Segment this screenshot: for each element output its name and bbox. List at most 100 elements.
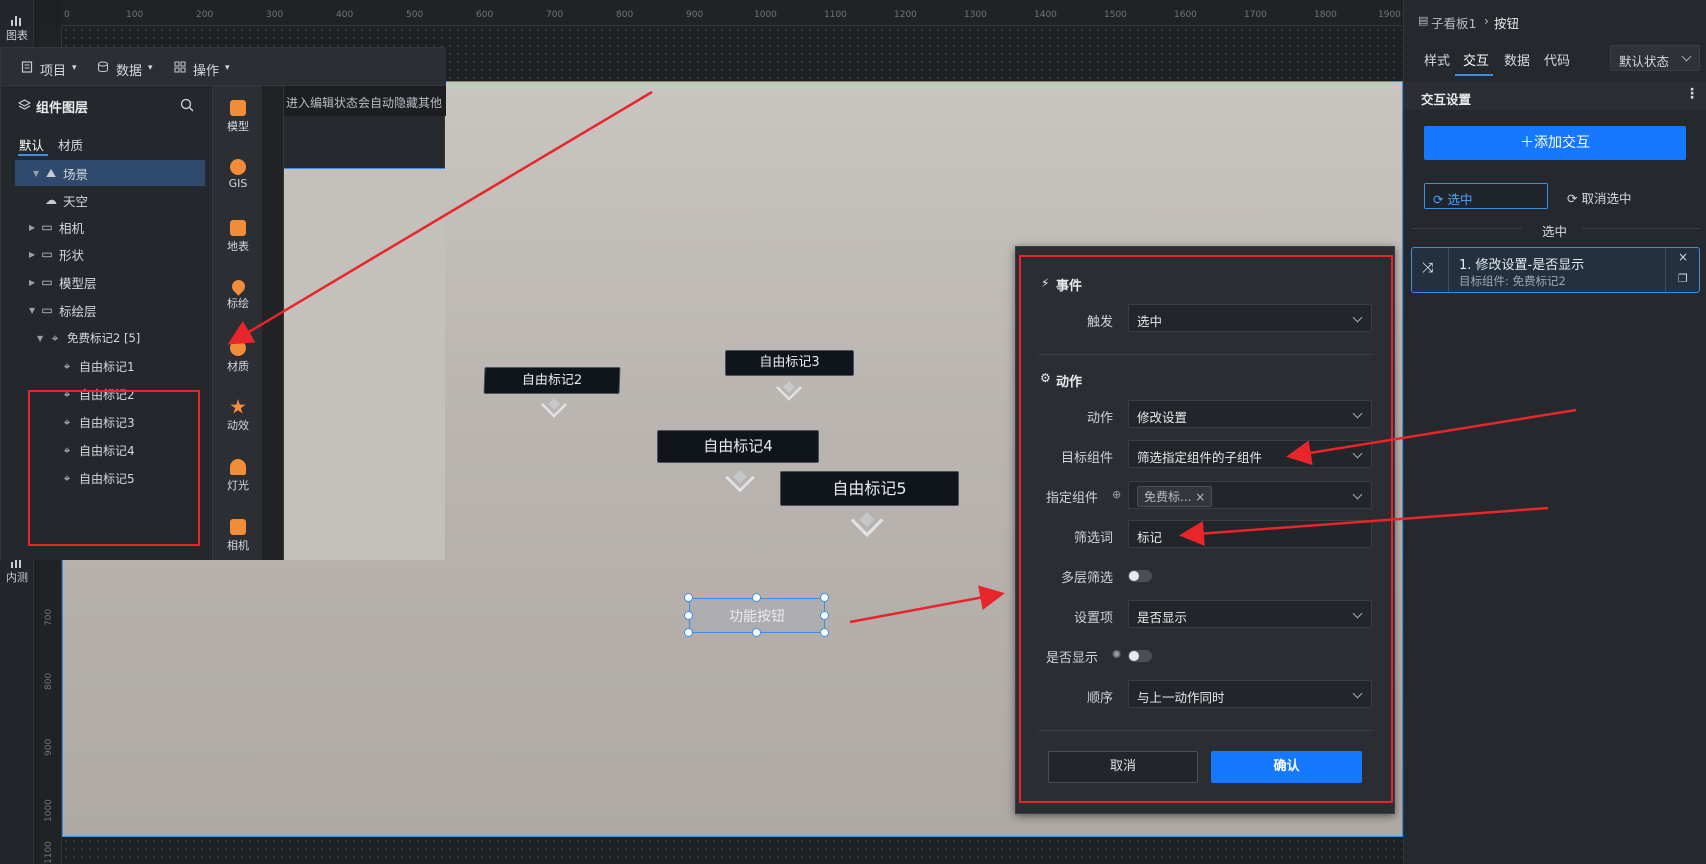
dynamic-icon[interactable]: ✺ [1112, 648, 1121, 661]
selected-state-tab[interactable]: ⟳ 选中 [1424, 183, 1548, 209]
tab-data[interactable]: 数据 [1504, 50, 1530, 69]
chevron-down-icon [1352, 448, 1363, 459]
ruler-tick: 300 [266, 10, 284, 20]
target-pick-icon[interactable]: ⊕ [1112, 488, 1121, 501]
tab-default[interactable]: 默认 [19, 135, 44, 154]
component-model[interactable]: 模型 [213, 100, 263, 134]
multi-filter-toggle[interactable] [1128, 570, 1152, 582]
confirm-button[interactable]: 确认 [1211, 751, 1362, 783]
chevron-down-icon [1352, 489, 1363, 500]
component-label: 灯光 [227, 479, 249, 492]
visible-toggle[interactable] [1128, 650, 1152, 662]
component-strip: 模型 GIS 地表 标绘 材质 动效 灯光 相机 [212, 86, 262, 560]
ruler-tick: 1300 [964, 10, 987, 20]
resize-handle[interactable] [684, 628, 693, 637]
add-interaction-button[interactable]: ＋添加交互 [1424, 126, 1686, 160]
component-camera[interactable]: 相机 [213, 519, 263, 553]
resize-handle[interactable] [684, 611, 693, 620]
tree-toggle[interactable]: ▶ [29, 223, 39, 232]
close-icon[interactable]: × [1678, 250, 1688, 264]
target-select[interactable]: 筛选指定组件的子组件 [1128, 440, 1372, 468]
component-surface[interactable]: 地表 [213, 220, 263, 254]
tree-row-shape[interactable]: ▶ ▭ 形状 [1, 241, 212, 267]
tree-toggle[interactable]: ▶ [29, 278, 39, 287]
ruler-tick: 1900 [1378, 10, 1401, 20]
tree-toggle[interactable]: ▼ [37, 334, 47, 343]
ruler-tick: 1700 [1244, 10, 1267, 20]
tree-row-camera[interactable]: ▶ ▭ 相机 [1, 214, 212, 240]
layers-icon [18, 99, 31, 110]
tab-material[interactable]: 材质 [58, 135, 83, 154]
tree-row-scene[interactable]: ▼ ⛰ 场景 [15, 160, 205, 186]
component-effect[interactable]: 动效 [213, 399, 263, 433]
component-gis[interactable]: GIS [213, 159, 263, 190]
tab-code[interactable]: 代码 [1544, 50, 1570, 69]
component-material[interactable]: 材质 [213, 340, 263, 374]
copy-icon[interactable]: ❐ [1678, 272, 1688, 285]
target-label: 目标组件 [1060, 451, 1113, 466]
mini-ruler [262, 86, 284, 560]
more-icon[interactable]: ⋮ [1685, 86, 1699, 102]
ruler-tick: 900 [44, 738, 54, 756]
tree-toggle[interactable]: ▼ [29, 306, 39, 315]
resize-handle[interactable] [820, 628, 829, 637]
resize-handle[interactable] [752, 593, 761, 602]
marker-chevron-icon [541, 398, 567, 418]
ruler-tick: 800 [44, 672, 54, 690]
rail-item-chart[interactable]: 图表 [0, 14, 34, 43]
tree-label: 标绘层 [59, 303, 97, 319]
breadcrumb-parent[interactable]: 子看板1 [1431, 13, 1476, 32]
toolbar-project[interactable]: 项目 [40, 60, 66, 79]
chevron-down-icon [1352, 688, 1363, 699]
tree-toggle[interactable]: ▶ [29, 250, 39, 259]
component-light[interactable]: 灯光 [213, 459, 263, 493]
resize-handle[interactable] [820, 593, 829, 602]
tree-row-free-marker-1[interactable]: ⌖ 自由标记1 [1, 353, 212, 379]
action-label: 动作 [1086, 411, 1113, 426]
close-icon[interactable]: × [1195, 490, 1205, 504]
light-icon [230, 459, 246, 475]
component-plot[interactable]: 标绘 [213, 277, 263, 311]
tree-row-plot-layer[interactable]: ▼ ▭ 标绘层 [1, 297, 212, 323]
component-label: 材质 [227, 360, 249, 373]
interaction-dialog: ⚡ 事件 触发 选中 ⚙ 动作 动作 修改设置 目标组件 筛选指定组件的子组件 … [1015, 246, 1395, 814]
mini-canvas-preview [284, 168, 445, 560]
marker-chevron-icon [776, 381, 802, 401]
rail-item-beta[interactable]: 内测 [0, 556, 34, 585]
unselected-state-tab[interactable]: ⟳ 取消选中 [1567, 188, 1631, 207]
tree-row-sky[interactable]: ☁ 天空 [1, 187, 212, 213]
resize-handle[interactable] [820, 611, 829, 620]
cancel-button[interactable]: 取消 [1048, 751, 1198, 783]
folder-icon: ▭ [41, 303, 53, 317]
order-select[interactable]: 与上一动作同时 [1128, 680, 1372, 708]
setting-value: 是否显示 [1137, 610, 1188, 625]
setting-select[interactable]: 是否显示 [1128, 600, 1372, 628]
trigger-select[interactable]: 选中 [1128, 304, 1372, 332]
specified-tag: 免费标... × [1137, 486, 1213, 507]
resize-handle[interactable] [684, 593, 693, 602]
app-root: 图表 文 媒 控 地 3 拓 套 本 内测 0 100 200 300 400 … [0, 0, 1706, 864]
ruler-tick: 0 [64, 10, 70, 20]
toolbar-operation[interactable]: 操作 [193, 60, 219, 79]
tree-row-model-layer[interactable]: ▶ ▭ 模型层 [1, 269, 212, 295]
layer-panel: 项目 ▾ 数据 ▾ 操作 ▾ 组件图层 默认 材质 ▼ ⛰ 场景 ☁ 天空 ▶ … [0, 47, 446, 560]
resize-handle[interactable] [752, 628, 761, 637]
toolbar-data[interactable]: 数据 [116, 60, 142, 79]
tree-row-free-marker-group[interactable]: ▼ ⌖ 免费标记2 [5] [1, 325, 212, 351]
board-icon: ▤ [1418, 14, 1429, 27]
search-icon[interactable] [180, 98, 194, 112]
tree-label: 形状 [59, 247, 85, 263]
specified-select[interactable]: 免费标... × [1128, 481, 1372, 509]
tab-interaction[interactable]: 交互 [1463, 50, 1489, 69]
ruler-tick: 1000 [754, 10, 777, 20]
interaction-settings-header: 交互设置 ⋮ [1404, 82, 1706, 110]
action-select[interactable]: 修改设置 [1128, 400, 1372, 428]
ruler-tick: 800 [616, 10, 634, 20]
tree-label: 相机 [59, 220, 85, 236]
tab-style[interactable]: 样式 [1424, 50, 1450, 69]
filter-input[interactable]: 标记 [1128, 520, 1372, 548]
model-icon [230, 100, 246, 116]
state-select[interactable]: 默认状态 [1610, 45, 1700, 71]
tree-toggle[interactable]: ▼ [33, 169, 43, 178]
action-card[interactable]: ⤨ 1. 修改设置-是否显示 目标组件: 免费标记2 × ❐ [1411, 247, 1700, 293]
